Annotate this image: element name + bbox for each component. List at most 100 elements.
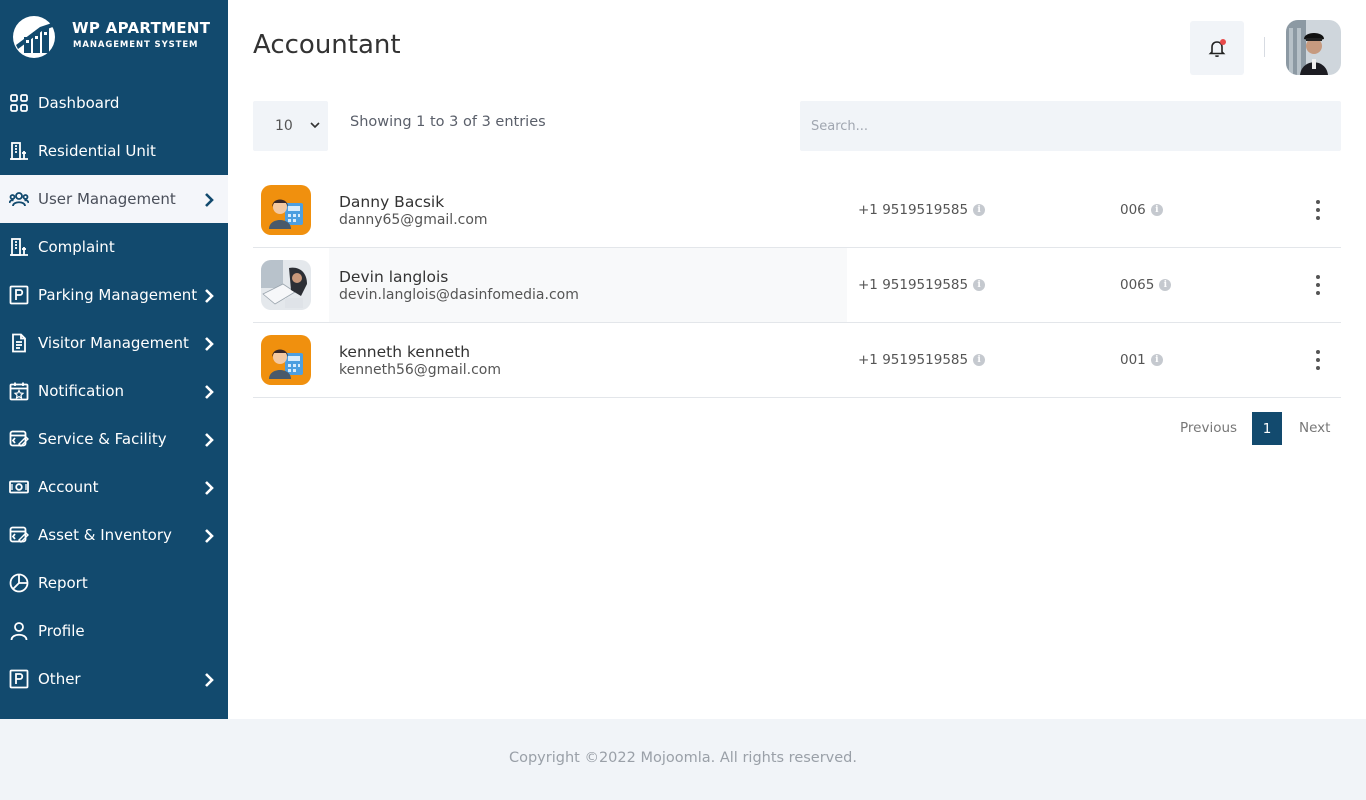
parking-icon [8, 284, 30, 306]
page-title: Accountant [253, 30, 401, 60]
next-page-button[interactable]: Next [1299, 420, 1330, 436]
money-icon [8, 476, 30, 498]
building-icon [8, 236, 30, 258]
code-text: 0065 [1120, 277, 1155, 293]
notification-button[interactable] [1190, 21, 1244, 75]
chevron-right-icon [204, 432, 214, 447]
phone-text: +1 9519519585 [858, 352, 969, 368]
sidebar-item-label: Service & Facility [38, 430, 167, 448]
sidebar-item-label: Other [38, 670, 81, 688]
table-row[interactable]: Danny Bacsik danny65@gmail.com +1 951951… [253, 173, 1341, 248]
row-email: kenneth56@gmail.com [339, 362, 501, 378]
row-email: devin.langlois@dasinfomedia.com [339, 287, 579, 303]
previous-page-button[interactable]: Previous [1180, 420, 1237, 436]
sidebar-item-label: Dashboard [38, 94, 120, 112]
laptop-photo-icon [261, 260, 311, 310]
info-icon[interactable]: i [973, 354, 986, 366]
pie-chart-icon [8, 572, 30, 594]
row-code: 0065 i [1120, 277, 1172, 293]
row-code: 001 i [1120, 352, 1163, 368]
row-phone: +1 9519519585 i [858, 202, 986, 218]
name-cell: Devin langlois devin.langlois@dasinfomed… [329, 248, 847, 322]
row-actions-button[interactable] [1310, 198, 1326, 222]
sidebar-item-label: Visitor Management [38, 334, 189, 352]
sidebar-item-other[interactable]: Other [0, 655, 228, 703]
photo-avatar [261, 260, 311, 310]
sidebar-item-user-management[interactable]: User Management [0, 175, 228, 223]
brand-subtitle: MANAGEMENT SYSTEM [73, 40, 199, 50]
row-name: Danny Bacsik [339, 193, 445, 211]
sidebar-item-label: Account [38, 478, 99, 496]
info-icon[interactable]: i [973, 204, 986, 216]
row-phone: +1 9519519585 i [858, 352, 986, 368]
copyright-text: Copyright ©2022 Mojoomla. All rights res… [508, 750, 857, 766]
sidebar-item-visitor-management[interactable]: Visitor Management [0, 319, 228, 367]
row-email: danny65@gmail.com [339, 212, 488, 228]
sidebar-item-dashboard[interactable]: Dashboard [0, 79, 228, 127]
chevron-right-icon [204, 192, 214, 207]
info-icon[interactable]: i [973, 279, 986, 291]
info-icon[interactable]: i [1150, 204, 1163, 216]
sidebar-item-residential-unit[interactable]: Residential Unit [0, 127, 228, 175]
user-avatar[interactable] [1286, 20, 1341, 75]
table-row[interactable]: kenneth kenneth kenneth56@gmail.com +1 9… [253, 323, 1341, 398]
sidebar-item-label: Complaint [38, 238, 115, 256]
brand-title: WP APARTMENT [72, 19, 211, 37]
sidebar-item-profile[interactable]: Profile [0, 607, 228, 655]
code-text: 006 [1120, 202, 1146, 218]
info-icon[interactable]: i [1150, 354, 1163, 366]
guard-photo-icon [1286, 20, 1341, 75]
sidebar-item-label: Report [38, 574, 88, 592]
row-name: Devin langlois [339, 268, 449, 286]
document-icon [8, 332, 30, 354]
entries-info: Showing 1 to 3 of 3 entries [350, 114, 546, 130]
parking-icon [8, 668, 30, 690]
brand-logo[interactable]: WP APARTMENT MANAGEMENT SYSTEM [10, 13, 220, 61]
sidebar: WP APARTMENT MANAGEMENT SYSTEM Dashboard… [0, 0, 228, 719]
phone-text: +1 9519519585 [858, 277, 969, 293]
chevron-down-icon [310, 122, 320, 129]
row-phone: +1 9519519585 i [858, 277, 986, 293]
row-actions-button[interactable] [1310, 273, 1326, 297]
chevron-right-icon [204, 672, 214, 687]
page-size-select[interactable]: 10 [253, 101, 328, 151]
sidebar-item-label: User Management [38, 190, 176, 208]
accountant-avatar [261, 185, 311, 235]
service-icon [8, 428, 30, 450]
sidebar-item-service-facility[interactable]: Service & Facility [0, 415, 228, 463]
sidebar-nav: Dashboard Residential Unit User Manageme… [0, 79, 228, 703]
footer: Copyright ©2022 Mojoomla. All rights res… [0, 719, 1366, 800]
sidebar-item-label: Profile [38, 622, 85, 640]
sidebar-item-label: Notification [38, 382, 125, 400]
info-icon[interactable]: i [1159, 279, 1172, 291]
sidebar-item-account[interactable]: Account [0, 463, 228, 511]
accountant-avatar [261, 335, 311, 385]
sidebar-item-asset-inventory[interactable]: Asset & Inventory [0, 511, 228, 559]
name-cell: kenneth kenneth kenneth56@gmail.com [329, 323, 847, 397]
chevron-right-icon [204, 480, 214, 495]
sidebar-item-complaint[interactable]: Complaint [0, 223, 228, 271]
users-icon [8, 188, 30, 210]
service-icon [8, 524, 30, 546]
table-row[interactable]: Devin langlois devin.langlois@dasinfomed… [253, 248, 1341, 323]
user-icon [8, 620, 30, 642]
dashboard-grid-icon [8, 92, 30, 114]
chevron-right-icon [204, 384, 214, 399]
name-cell: Danny Bacsik danny65@gmail.com [329, 173, 847, 247]
notification-dot [1220, 39, 1226, 45]
header-divider [1264, 37, 1265, 57]
accountant-table: Danny Bacsik danny65@gmail.com +1 951951… [253, 173, 1341, 398]
accountant-icon [261, 335, 311, 385]
search-input[interactable] [800, 101, 1341, 151]
row-actions-button[interactable] [1310, 348, 1326, 372]
phone-text: +1 9519519585 [858, 202, 969, 218]
page-number-button[interactable]: 1 [1252, 412, 1282, 445]
sidebar-item-report[interactable]: Report [0, 559, 228, 607]
page-size-value: 10 [275, 118, 293, 134]
sidebar-item-parking-management[interactable]: Parking Management [0, 271, 228, 319]
sidebar-item-notification[interactable]: Notification [0, 367, 228, 415]
sidebar-item-label: Residential Unit [38, 142, 156, 160]
code-text: 001 [1120, 352, 1146, 368]
building-icon [8, 140, 30, 162]
chevron-right-icon [204, 288, 214, 303]
